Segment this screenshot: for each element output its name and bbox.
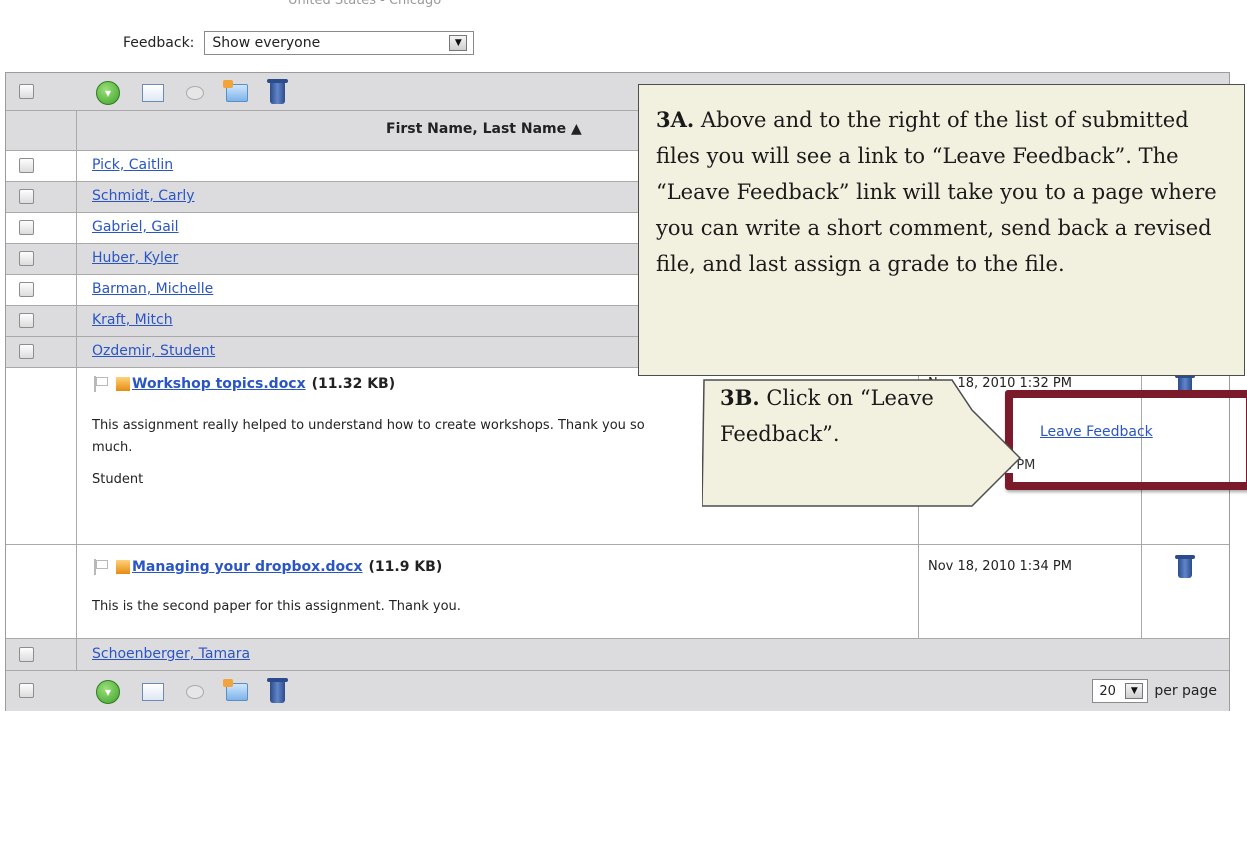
- row-checkbox[interactable]: [19, 647, 34, 662]
- file-icon: [116, 560, 130, 574]
- row-checkbox[interactable]: [19, 189, 34, 204]
- submission-comment: This assignment really helped to underst…: [92, 418, 645, 433]
- callout-3b-label: 3B.: [720, 385, 760, 410]
- highlight-box: [1005, 390, 1247, 490]
- chevron-down-icon[interactable]: ▼: [449, 35, 468, 51]
- folder-icon[interactable]: [223, 679, 248, 701]
- file-size: (11.32 KB): [311, 376, 396, 392]
- submission-date: Nov 18, 2010 1:34 PM: [928, 559, 1072, 574]
- per-page-control: 20 ▼ per page: [1092, 679, 1217, 703]
- student-link[interactable]: Schmidt, Carly: [92, 188, 195, 204]
- column-divider: [76, 244, 77, 274]
- submission-comment: much.: [92, 440, 133, 455]
- toolbar-top: ▾: [96, 79, 288, 105]
- student-link[interactable]: Gabriel, Gail: [92, 219, 179, 235]
- feedback-select[interactable]: Show everyone ▼: [204, 31, 475, 55]
- column-divider: [76, 111, 77, 150]
- row-checkbox[interactable]: [19, 251, 34, 266]
- green-circle-icon[interactable]: ▾: [96, 81, 120, 105]
- submission-comment: This is the second paper for this assign…: [92, 599, 461, 614]
- partial-location-text: United States - Chicago: [288, 0, 442, 8]
- disk-icon[interactable]: [186, 685, 204, 699]
- toolbar-bottom: ▾: [96, 678, 288, 704]
- callout-3b: 3B. Click on “Leave Feedback”.: [720, 380, 970, 452]
- name-column-header[interactable]: First Name, Last Name ▲: [386, 121, 582, 137]
- disk-icon[interactable]: [186, 86, 204, 100]
- page-blank-area: [5, 711, 1230, 832]
- row-checkbox[interactable]: [19, 158, 34, 173]
- student-link[interactable]: Schoenberger, Tamara: [92, 646, 250, 662]
- row-checkbox[interactable]: [19, 282, 34, 297]
- per-page-label: per page: [1154, 683, 1217, 699]
- leave-feedback-link[interactable]: Leave Feedback: [1040, 424, 1153, 440]
- file-size: (11.9 KB): [368, 559, 443, 575]
- trash-icon[interactable]: [267, 678, 288, 703]
- select-all-checkbox[interactable]: [19, 683, 34, 698]
- file-line: Workshop topics.docx (11.32 KB): [92, 376, 395, 392]
- submission-row: Managing your dropbox.docx (11.9 KB) Thi…: [6, 545, 1229, 639]
- feedback-select-value: Show everyone: [212, 35, 321, 51]
- row-checkbox[interactable]: [19, 344, 34, 359]
- feedback-label: Feedback:: [123, 35, 195, 51]
- flag-icon[interactable]: [92, 376, 112, 392]
- file-link[interactable]: Managing your dropbox.docx: [132, 559, 363, 575]
- student-link[interactable]: Huber, Kyler: [92, 250, 178, 266]
- per-page-select[interactable]: 20 ▼: [1092, 679, 1149, 703]
- trash-icon[interactable]: [267, 79, 288, 104]
- student-link[interactable]: Pick, Caitlin: [92, 157, 173, 173]
- toolbar-row-bottom: ▾ 20 ▼ per page: [6, 671, 1229, 711]
- column-divider: [1141, 545, 1142, 638]
- select-all-checkbox[interactable]: [19, 84, 34, 99]
- column-divider: [76, 182, 77, 212]
- student-link[interactable]: Kraft, Mitch: [92, 312, 173, 328]
- student-link[interactable]: Barman, Michelle: [92, 281, 213, 297]
- column-divider: [76, 545, 77, 638]
- column-divider: [76, 639, 77, 670]
- document-icon[interactable]: [142, 84, 164, 102]
- table-row: Schoenberger, Tamara: [6, 639, 1229, 671]
- document-icon[interactable]: [142, 683, 164, 701]
- trash-icon[interactable]: [1175, 555, 1195, 578]
- row-checkbox[interactable]: [19, 220, 34, 235]
- per-page-value: 20: [1099, 683, 1116, 699]
- folder-icon[interactable]: [223, 80, 248, 102]
- feedback-filter: Feedback: Show everyone ▼: [123, 30, 475, 56]
- column-divider: [76, 151, 77, 181]
- student-link[interactable]: Ozdemir, Student: [92, 343, 215, 359]
- column-divider: [918, 545, 919, 638]
- submission-signature: Student: [92, 472, 144, 487]
- flag-icon[interactable]: [92, 559, 112, 575]
- file-icon: [116, 377, 130, 391]
- chevron-down-icon[interactable]: ▼: [1125, 683, 1144, 699]
- callout-3a: 3A. Above and to the right of the list o…: [638, 84, 1245, 376]
- column-divider: [76, 306, 77, 336]
- row-checkbox[interactable]: [19, 313, 34, 328]
- file-line: Managing your dropbox.docx (11.9 KB): [92, 559, 442, 575]
- column-divider: [76, 275, 77, 305]
- callout-3a-text: Above and to the right of the list of su…: [656, 108, 1217, 276]
- file-link[interactable]: Workshop topics.docx: [132, 376, 306, 392]
- callout-3a-label: 3A.: [656, 107, 695, 132]
- green-circle-icon[interactable]: ▾: [96, 680, 120, 704]
- column-divider: [76, 368, 77, 544]
- column-divider: [76, 213, 77, 243]
- column-divider: [76, 337, 77, 367]
